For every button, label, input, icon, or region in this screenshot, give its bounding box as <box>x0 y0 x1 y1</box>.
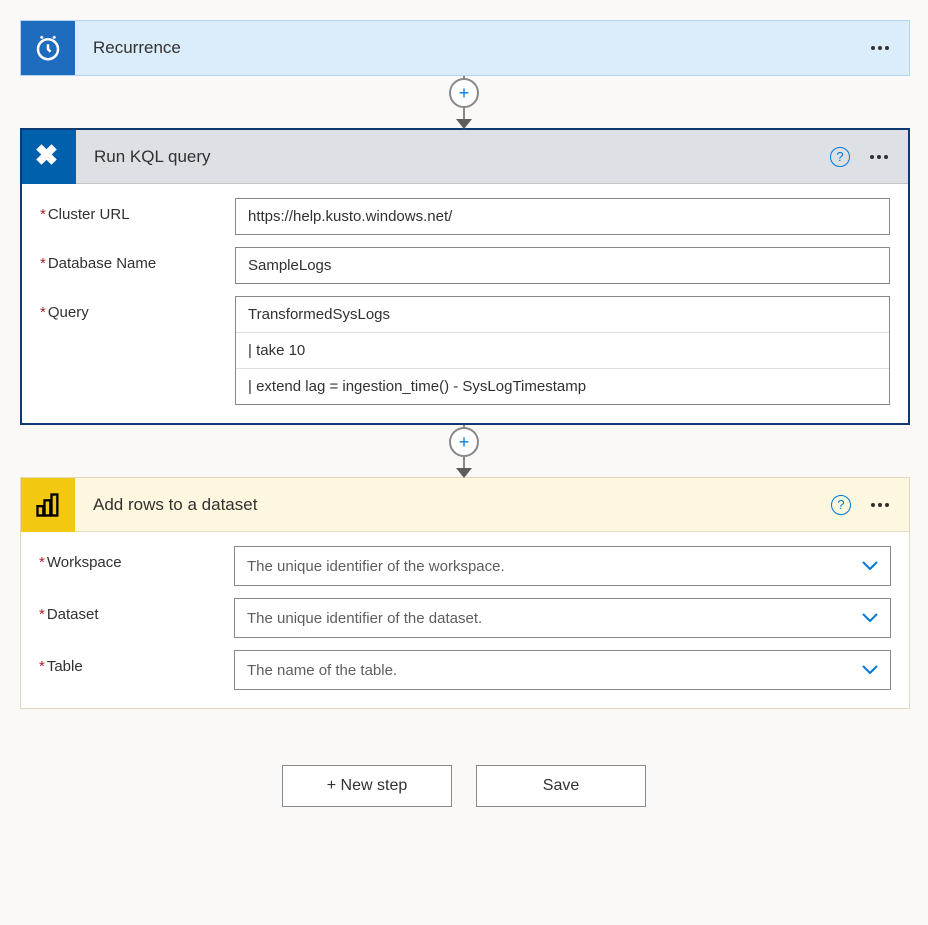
field-table: *Table The name of the table. <box>39 650 891 690</box>
add-step-button[interactable]: + <box>449 78 479 108</box>
field-workspace: *Workspace The unique identifier of the … <box>39 546 891 586</box>
help-icon[interactable]: ? <box>830 147 850 167</box>
chevron-down-icon <box>862 613 878 623</box>
chevron-down-icon <box>862 561 878 571</box>
more-icon[interactable] <box>871 503 889 507</box>
field-label: *Query <box>40 296 235 321</box>
field-label: *Cluster URL <box>40 198 235 223</box>
step-title: Run KQL query <box>76 147 830 167</box>
field-label: *Workspace <box>39 546 234 571</box>
help-icon[interactable]: ? <box>831 495 851 515</box>
step-title: Recurrence <box>75 38 871 58</box>
arrow-down-icon <box>456 119 472 129</box>
step-header[interactable]: Add rows to a dataset ? <box>21 478 909 532</box>
more-icon[interactable] <box>871 46 889 50</box>
clock-icon <box>21 21 75 75</box>
step-recurrence[interactable]: Recurrence <box>20 20 910 76</box>
step-add-rows-dataset[interactable]: Add rows to a dataset ? *Workspace The u… <box>20 477 910 709</box>
dataset-select[interactable]: The unique identifier of the dataset. <box>234 598 891 638</box>
field-dataset: *Dataset The unique identifier of the da… <box>39 598 891 638</box>
step-run-kql-query[interactable]: Run KQL query ? *Cluster URL *Database N… <box>20 128 910 425</box>
database-name-input[interactable] <box>235 247 890 284</box>
field-label: *Database Name <box>40 247 235 272</box>
add-step-button[interactable]: + <box>449 427 479 457</box>
query-line[interactable]: TransformedSysLogs <box>236 297 889 333</box>
field-cluster-url: *Cluster URL <box>40 198 890 235</box>
field-database-name: *Database Name <box>40 247 890 284</box>
connector: + <box>20 76 908 128</box>
field-label: *Table <box>39 650 234 675</box>
query-input[interactable]: TransformedSysLogs | take 10 | extend la… <box>235 296 890 405</box>
save-button[interactable]: Save <box>476 765 646 807</box>
workspace-select[interactable]: The unique identifier of the workspace. <box>234 546 891 586</box>
arrow-down-icon <box>456 468 472 478</box>
field-query: *Query TransformedSysLogs | take 10 | ex… <box>40 296 890 405</box>
query-line[interactable]: | extend lag = ingestion_time() - SysLog… <box>236 369 889 404</box>
more-icon[interactable] <box>870 155 888 159</box>
kusto-icon <box>22 130 76 184</box>
step-header[interactable]: Run KQL query ? <box>22 130 908 184</box>
footer-buttons: + New step Save <box>20 765 908 807</box>
connector: + <box>20 425 908 477</box>
chevron-down-icon <box>862 665 878 675</box>
step-header[interactable]: Recurrence <box>21 21 909 75</box>
cluster-url-input[interactable] <box>235 198 890 235</box>
field-label: *Dataset <box>39 598 234 623</box>
powerbi-icon <box>21 478 75 532</box>
step-body: *Cluster URL *Database Name *Query Trans… <box>22 184 908 423</box>
table-select[interactable]: The name of the table. <box>234 650 891 690</box>
new-step-button[interactable]: + New step <box>282 765 452 807</box>
query-line[interactable]: | take 10 <box>236 333 889 369</box>
step-title: Add rows to a dataset <box>75 495 831 515</box>
step-body: *Workspace The unique identifier of the … <box>21 532 909 708</box>
